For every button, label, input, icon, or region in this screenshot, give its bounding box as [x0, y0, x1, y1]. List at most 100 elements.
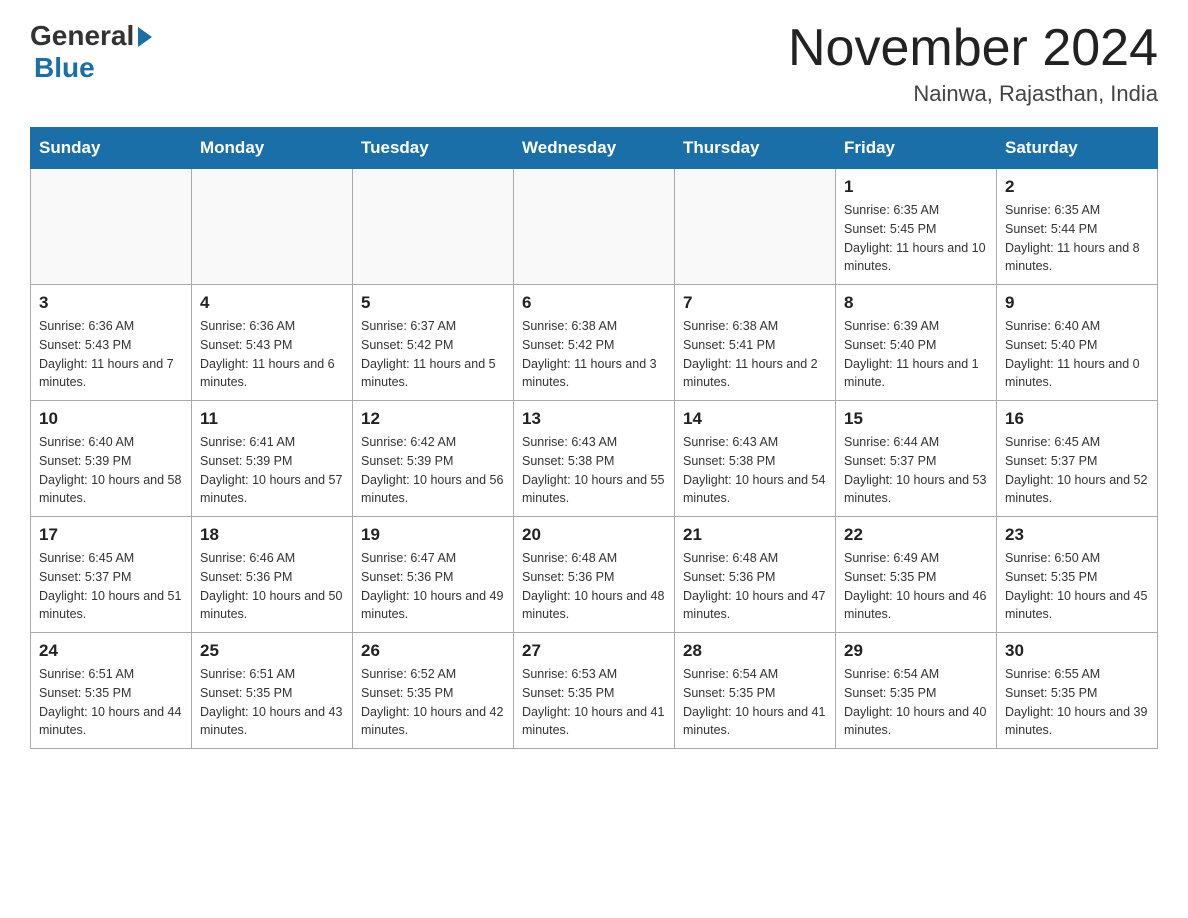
calendar-title: November 2024: [788, 20, 1158, 77]
day-number: 18: [200, 525, 344, 545]
day-info: Sunrise: 6:45 AMSunset: 5:37 PMDaylight:…: [39, 549, 183, 624]
calendar-day-cell: [192, 169, 353, 285]
day-info: Sunrise: 6:48 AMSunset: 5:36 PMDaylight:…: [522, 549, 666, 624]
day-info: Sunrise: 6:35 AMSunset: 5:45 PMDaylight:…: [844, 201, 988, 276]
calendar-week-row: 3 Sunrise: 6:36 AMSunset: 5:43 PMDaylight…: [31, 285, 1158, 401]
day-number: 5: [361, 293, 505, 313]
calendar-week-row: 10 Sunrise: 6:40 AMSunset: 5:39 PMDayligh…: [31, 401, 1158, 517]
day-number: 10: [39, 409, 183, 429]
calendar-day-cell: 5 Sunrise: 6:37 AMSunset: 5:42 PMDaylight…: [353, 285, 514, 401]
day-info: Sunrise: 6:51 AMSunset: 5:35 PMDaylight:…: [39, 665, 183, 740]
calendar-day-cell: 19Sunrise: 6:47 AMSunset: 5:36 PMDayligh…: [353, 517, 514, 633]
day-info: Sunrise: 6:36 AMSunset: 5:43 PMDaylight:…: [200, 317, 344, 392]
day-info: Sunrise: 6:50 AMSunset: 5:35 PMDaylight:…: [1005, 549, 1149, 624]
page-container: General Blue November 2024 Nainwa, Rajas…: [0, 0, 1188, 769]
day-number: 2: [1005, 177, 1149, 197]
logo-blue-text: Blue: [34, 52, 95, 84]
day-of-week-header: Sunday: [31, 128, 192, 169]
day-info: Sunrise: 6:35 AMSunset: 5:44 PMDaylight:…: [1005, 201, 1149, 276]
day-of-week-header: Wednesday: [514, 128, 675, 169]
day-number: 14: [683, 409, 827, 429]
day-number: 15: [844, 409, 988, 429]
calendar-day-cell: 21Sunrise: 6:48 AMSunset: 5:36 PMDayligh…: [675, 517, 836, 633]
day-number: 1: [844, 177, 988, 197]
logo-arrow-icon: [138, 27, 152, 47]
day-number: 12: [361, 409, 505, 429]
day-info: Sunrise: 6:54 AMSunset: 5:35 PMDaylight:…: [844, 665, 988, 740]
calendar-day-cell: 25 Sunrise: 6:51 AMSunset: 5:35 PMDayligh…: [192, 633, 353, 749]
day-info: Sunrise: 6:42 AMSunset: 5:39 PMDaylight:…: [361, 433, 505, 508]
calendar-day-cell: 9 Sunrise: 6:40 AMSunset: 5:40 PMDaylight…: [997, 285, 1158, 401]
calendar-day-cell: 29 Sunrise: 6:54 AMSunset: 5:35 PMDayligh…: [836, 633, 997, 749]
day-info: Sunrise: 6:39 AMSunset: 5:40 PMDaylight:…: [844, 317, 988, 392]
calendar-header-row: SundayMondayTuesdayWednesdayThursdayFrid…: [31, 128, 1158, 169]
day-info: Sunrise: 6:49 AMSunset: 5:35 PMDaylight:…: [844, 549, 988, 624]
calendar-day-cell: [31, 169, 192, 285]
day-of-week-header: Tuesday: [353, 128, 514, 169]
calendar-day-cell: 10 Sunrise: 6:40 AMSunset: 5:39 PMDayligh…: [31, 401, 192, 517]
day-number: 25: [200, 641, 344, 661]
day-info: Sunrise: 6:36 AMSunset: 5:43 PMDaylight:…: [39, 317, 183, 392]
title-block: November 2024 Nainwa, Rajasthan, India: [788, 20, 1158, 107]
calendar-day-cell: 3 Sunrise: 6:36 AMSunset: 5:43 PMDaylight…: [31, 285, 192, 401]
day-info: Sunrise: 6:53 AMSunset: 5:35 PMDaylight:…: [522, 665, 666, 740]
day-number: 27: [522, 641, 666, 661]
calendar-subtitle: Nainwa, Rajasthan, India: [788, 81, 1158, 107]
day-info: Sunrise: 6:51 AMSunset: 5:35 PMDaylight:…: [200, 665, 344, 740]
calendar-day-cell: 20 Sunrise: 6:48 AMSunset: 5:36 PMDayligh…: [514, 517, 675, 633]
calendar-day-cell: 14 Sunrise: 6:43 AMSunset: 5:38 PMDayligh…: [675, 401, 836, 517]
calendar-day-cell: 2 Sunrise: 6:35 AMSunset: 5:44 PMDaylight…: [997, 169, 1158, 285]
day-of-week-header: Thursday: [675, 128, 836, 169]
calendar-day-cell: 17 Sunrise: 6:45 AMSunset: 5:37 PMDayligh…: [31, 517, 192, 633]
day-number: 17: [39, 525, 183, 545]
calendar-day-cell: 24Sunrise: 6:51 AMSunset: 5:35 PMDayligh…: [31, 633, 192, 749]
day-info: Sunrise: 6:43 AMSunset: 5:38 PMDaylight:…: [522, 433, 666, 508]
header: General Blue November 2024 Nainwa, Rajas…: [30, 20, 1158, 107]
day-number: 30: [1005, 641, 1149, 661]
day-info: Sunrise: 6:37 AMSunset: 5:42 PMDaylight:…: [361, 317, 505, 392]
calendar-day-cell: [675, 169, 836, 285]
calendar-day-cell: 1 Sunrise: 6:35 AMSunset: 5:45 PMDaylight…: [836, 169, 997, 285]
calendar-day-cell: 4 Sunrise: 6:36 AMSunset: 5:43 PMDaylight…: [192, 285, 353, 401]
day-number: 19: [361, 525, 505, 545]
day-info: Sunrise: 6:38 AMSunset: 5:41 PMDaylight:…: [683, 317, 827, 392]
day-info: Sunrise: 6:40 AMSunset: 5:39 PMDaylight:…: [39, 433, 183, 508]
day-info: Sunrise: 6:46 AMSunset: 5:36 PMDaylight:…: [200, 549, 344, 624]
calendar-day-cell: 26Sunrise: 6:52 AMSunset: 5:35 PMDayligh…: [353, 633, 514, 749]
calendar-day-cell: 23 Sunrise: 6:50 AMSunset: 5:35 PMDayligh…: [997, 517, 1158, 633]
day-of-week-header: Saturday: [997, 128, 1158, 169]
day-info: Sunrise: 6:38 AMSunset: 5:42 PMDaylight:…: [522, 317, 666, 392]
calendar-day-cell: 7Sunrise: 6:38 AMSunset: 5:41 PMDaylight…: [675, 285, 836, 401]
calendar-day-cell: 13 Sunrise: 6:43 AMSunset: 5:38 PMDayligh…: [514, 401, 675, 517]
day-number: 9: [1005, 293, 1149, 313]
day-number: 21: [683, 525, 827, 545]
day-number: 26: [361, 641, 505, 661]
calendar-day-cell: 8Sunrise: 6:39 AMSunset: 5:40 PMDaylight…: [836, 285, 997, 401]
calendar-day-cell: 11 Sunrise: 6:41 AMSunset: 5:39 PMDayligh…: [192, 401, 353, 517]
day-number: 23: [1005, 525, 1149, 545]
logo-top: General: [30, 20, 152, 52]
calendar-day-cell: 27 Sunrise: 6:53 AMSunset: 5:35 PMDayligh…: [514, 633, 675, 749]
calendar-day-cell: 30 Sunrise: 6:55 AMSunset: 5:35 PMDayligh…: [997, 633, 1158, 749]
day-number: 20: [522, 525, 666, 545]
day-number: 13: [522, 409, 666, 429]
calendar-day-cell: 28 Sunrise: 6:54 AMSunset: 5:35 PMDayligh…: [675, 633, 836, 749]
day-number: 11: [200, 409, 344, 429]
day-number: 3: [39, 293, 183, 313]
calendar-day-cell: 6Sunrise: 6:38 AMSunset: 5:42 PMDaylight…: [514, 285, 675, 401]
day-info: Sunrise: 6:43 AMSunset: 5:38 PMDaylight:…: [683, 433, 827, 508]
day-number: 4: [200, 293, 344, 313]
logo-general-text: General: [30, 20, 134, 52]
day-info: Sunrise: 6:41 AMSunset: 5:39 PMDaylight:…: [200, 433, 344, 508]
calendar-week-row: 1 Sunrise: 6:35 AMSunset: 5:45 PMDaylight…: [31, 169, 1158, 285]
day-info: Sunrise: 6:55 AMSunset: 5:35 PMDaylight:…: [1005, 665, 1149, 740]
day-number: 28: [683, 641, 827, 661]
calendar-day-cell: 18 Sunrise: 6:46 AMSunset: 5:36 PMDayligh…: [192, 517, 353, 633]
calendar-day-cell: [514, 169, 675, 285]
day-info: Sunrise: 6:40 AMSunset: 5:40 PMDaylight:…: [1005, 317, 1149, 392]
day-info: Sunrise: 6:54 AMSunset: 5:35 PMDaylight:…: [683, 665, 827, 740]
day-number: 29: [844, 641, 988, 661]
day-number: 22: [844, 525, 988, 545]
day-of-week-header: Monday: [192, 128, 353, 169]
calendar-day-cell: 22 Sunrise: 6:49 AMSunset: 5:35 PMDayligh…: [836, 517, 997, 633]
